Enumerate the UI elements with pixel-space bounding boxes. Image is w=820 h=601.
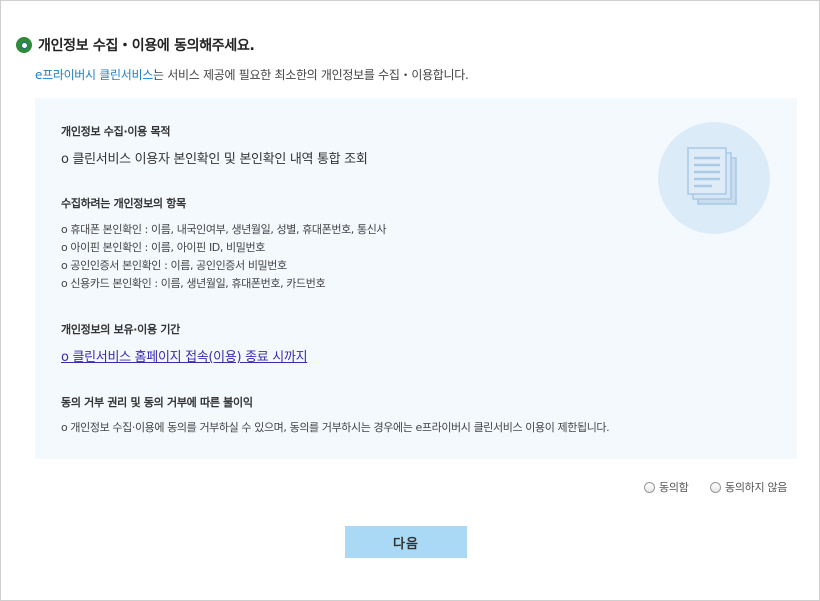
items-list-item: o 공인인증서 본인확인 : 이름, 공인인증서 비밀번호	[61, 259, 287, 272]
page-title: 개인정보 수집・이용에 동의해주세요.	[38, 38, 255, 54]
agree-option[interactable]: 동의함	[644, 479, 689, 495]
agree-label[interactable]: 동의함	[659, 479, 689, 495]
intro-brand: e프라이버시 클린서비스	[35, 68, 153, 82]
title-bullet-icon	[16, 37, 32, 53]
retention-link[interactable]: o 클린서비스 홈페이지 접속(이용) 종료 시까지	[61, 346, 308, 365]
consent-window: 개인정보 수집・이용에 동의해주세요. e프라이버시 클린서비스는 서비스 제공…	[0, 0, 820, 601]
disagree-option[interactable]: 동의하지 않음	[710, 479, 787, 495]
items-list-item: o 휴대폰 본인확인 : 이름, 내국인여부, 생년월일, 성별, 휴대폰번호,…	[61, 223, 387, 236]
info-panel: 개인정보 수집·이용 목적 o 클린서비스 이용자 본인확인 및 본인확인 내역…	[35, 98, 797, 459]
items-list-item: o 신용카드 본인확인 : 이름, 생년월일, 휴대폰번호, 카드번호	[61, 277, 326, 290]
title-row: 개인정보 수집・이용에 동의해주세요.	[16, 35, 255, 55]
refusal-item: o 개인정보 수집·이용에 동의를 거부하실 수 있으며, 동의를 거부하시는 …	[61, 421, 610, 434]
retention-title: 개인정보의 보유·이용 기간	[61, 323, 180, 336]
document-stack-icon	[658, 122, 770, 234]
intro-text: e프라이버시 클린서비스는 서비스 제공에 필요한 최소한의 개인정보를 수집・…	[35, 66, 469, 83]
intro-rest: 는 서비스 제공에 필요한 최소한의 개인정보를 수집・이용합니다.	[153, 68, 469, 82]
disagree-radio[interactable]	[710, 481, 721, 493]
purpose-title: 개인정보 수집·이용 목적	[61, 125, 171, 138]
disagree-label[interactable]: 동의하지 않음	[725, 479, 787, 495]
next-button[interactable]: 다음	[345, 526, 467, 558]
items-list-item: o 아이핀 본인확인 : 이름, 아이핀 ID, 비밀번호	[61, 241, 265, 254]
purpose-item: o 클린서비스 이용자 본인확인 및 본인확인 내역 통합 조회	[61, 152, 368, 167]
items-title: 수집하려는 개인정보의 항목	[61, 197, 186, 210]
agree-radio[interactable]	[644, 481, 655, 493]
refusal-title: 동의 거부 권리 및 동의 거부에 따른 불이익	[61, 396, 253, 409]
